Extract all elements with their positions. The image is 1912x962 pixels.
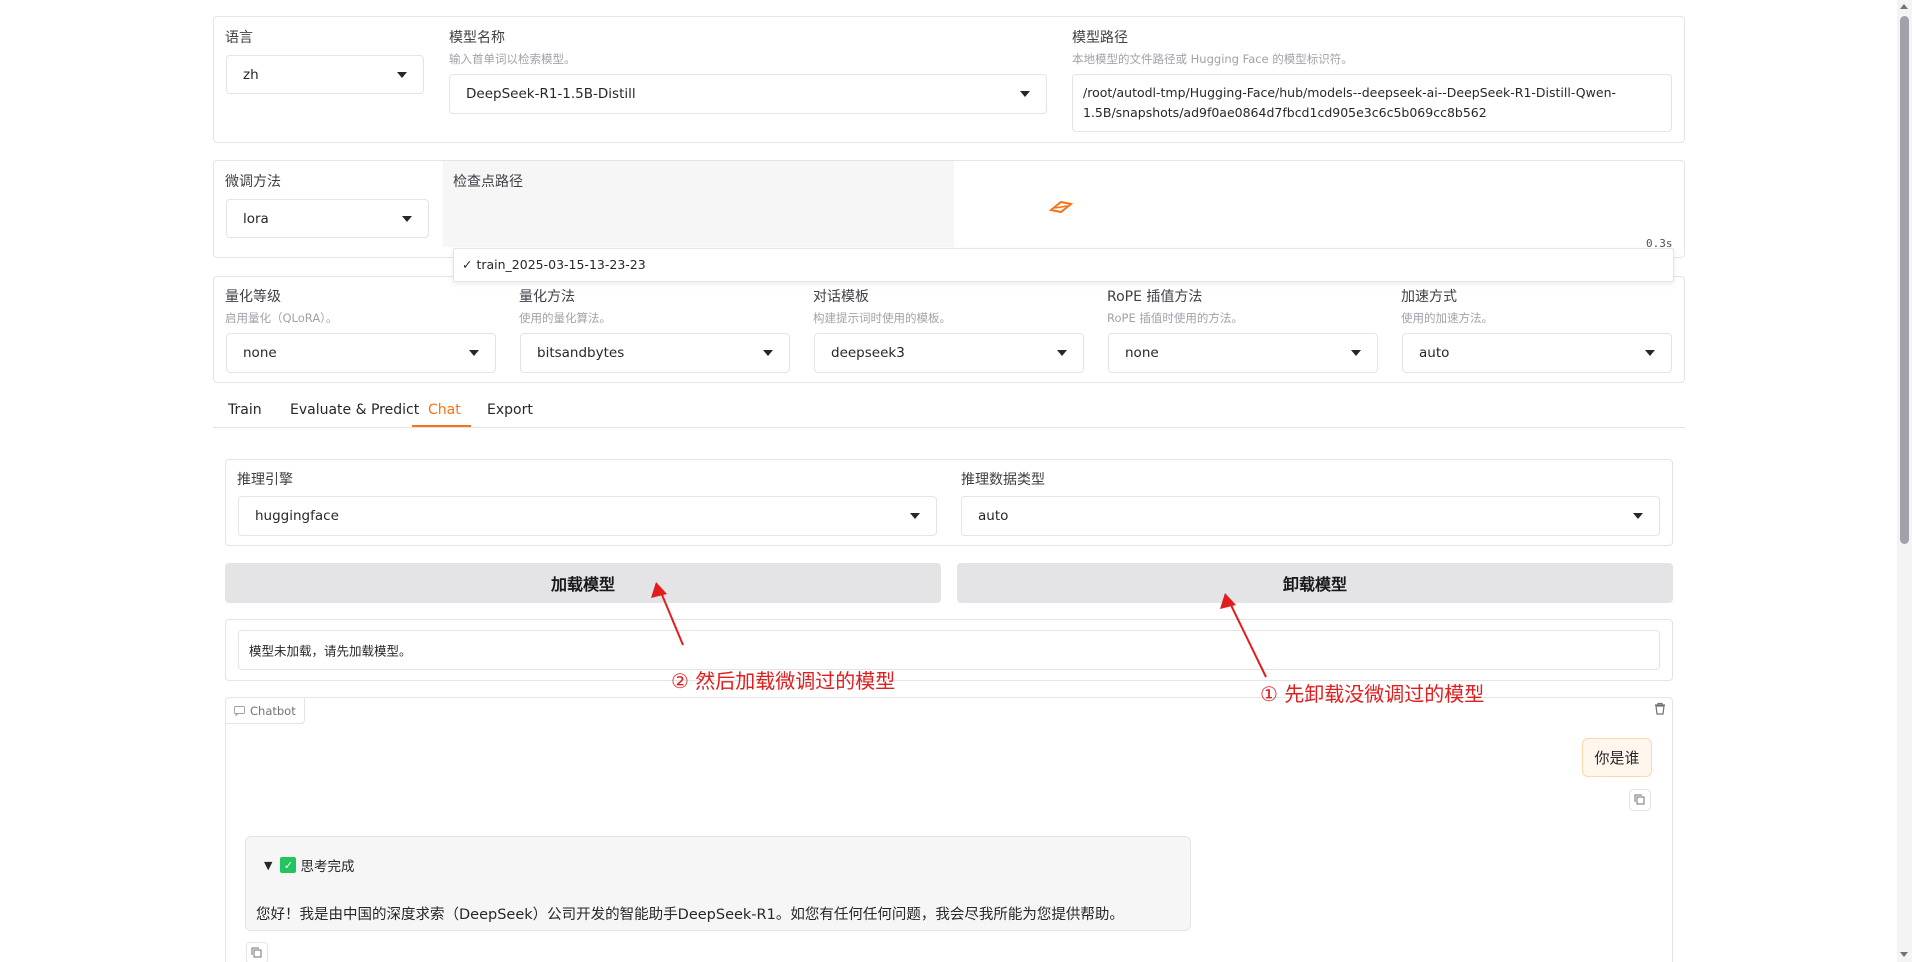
annotation-arrows [651, 582, 1267, 678]
annotation-step2: ② 然后加载微调过的模型 [671, 669, 896, 693]
arrow-to-load-button [659, 589, 684, 646]
scrollbar-thumb[interactable] [1900, 16, 1909, 544]
arrow-to-unload-button [1228, 600, 1267, 678]
scrollbar-down-arrow[interactable] [1900, 952, 1908, 957]
arrow-head-unload [1220, 593, 1236, 609]
checkpoint-options-list: ✓ train_2025-03-15-13-23-23 [453, 248, 1674, 282]
arrow-head-load [651, 582, 667, 598]
scrollbar-up-arrow[interactable] [1900, 4, 1908, 9]
checkpoint-option[interactable]: ✓ train_2025-03-15-13-23-23 [462, 257, 646, 272]
annotation-step1: ① 先卸载没微调过的模型 [1260, 682, 1485, 706]
